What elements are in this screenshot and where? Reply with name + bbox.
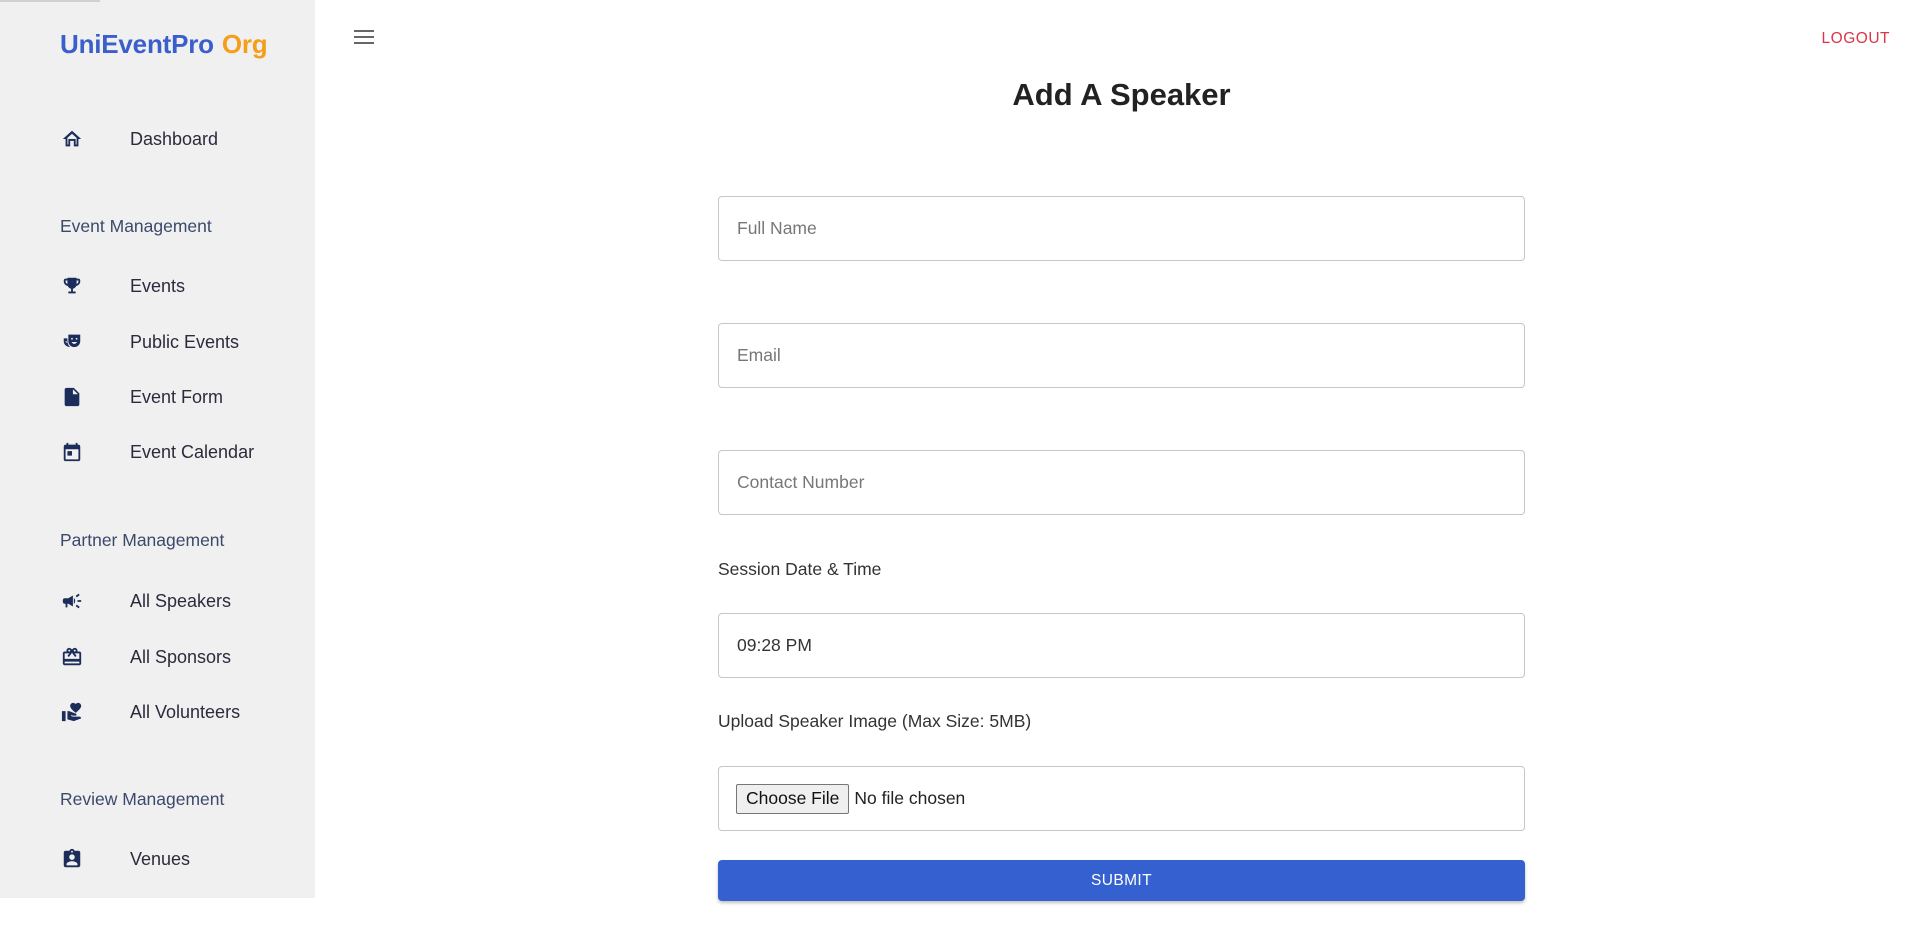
section-title-partner-management: Partner Management — [60, 530, 225, 550]
choose-file-button[interactable]: Choose File — [736, 783, 850, 814]
full-name-field[interactable] — [718, 196, 1525, 261]
submit-button[interactable]: SUBMIT — [718, 860, 1525, 901]
contact-number-field[interactable] — [718, 450, 1525, 515]
section-title-event-management: Event Management — [60, 216, 212, 236]
sidebar-item-label: All Sponsors — [130, 646, 232, 667]
session-time-input[interactable] — [719, 614, 1524, 677]
contact-number-input[interactable] — [719, 451, 1524, 514]
sidebar-item-all-volunteers[interactable]: All Volunteers — [60, 697, 310, 727]
section-title-review-management: Review Management — [60, 789, 225, 809]
file-status-text: No file chosen — [854, 788, 966, 808]
speaker-image-upload-field: Choose File No file chosen — [718, 766, 1525, 831]
sidebar-item-public-events[interactable]: Public Events — [60, 327, 310, 357]
megaphone-icon — [60, 589, 84, 613]
page-title: Add A Speaker — [1012, 77, 1231, 112]
sidebar-item-event-calendar[interactable]: Event Calendar — [60, 437, 310, 467]
gift-card-icon — [60, 645, 84, 669]
logout-button[interactable]: LOGOUT — [1822, 30, 1890, 48]
email-field[interactable] — [718, 323, 1525, 388]
sidebar-item-label: Event Calendar — [130, 441, 255, 462]
sidebar-item-all-sponsors[interactable]: All Sponsors — [60, 642, 310, 672]
sidebar-item-label: Dashboard — [130, 128, 219, 149]
sidebar-item-all-speakers[interactable]: All Speakers — [60, 586, 310, 616]
sidebar-item-label: All Speakers — [130, 590, 232, 611]
brand-name-secondary: Org — [221, 29, 268, 59]
upload-image-label: Upload Speaker Image (Max Size: 5MB) — [718, 711, 1032, 731]
sidebar-item-label: Public Events — [130, 331, 240, 352]
sidebar-item-label: Event Form — [130, 386, 224, 407]
sidebar-item-event-form[interactable]: Event Form — [60, 382, 310, 412]
sidebar-item-label: All Volunteers — [130, 701, 241, 722]
sidebar-top-line — [0, 0, 100, 2]
session-date-time-label: Session Date & Time — [718, 559, 882, 579]
sidebar-item-events[interactable]: Events — [60, 271, 310, 301]
trophy-icon — [60, 274, 84, 298]
brand-name-primary: UniEventPro — [60, 29, 214, 59]
home-icon — [60, 127, 84, 151]
full-name-input[interactable] — [719, 197, 1524, 260]
file-icon — [60, 385, 84, 409]
email-input[interactable] — [719, 324, 1524, 387]
theater-masks-icon — [60, 330, 84, 354]
sidebar-item-label: Events — [130, 275, 186, 296]
volunteer-hand-heart-icon — [60, 700, 84, 724]
brand-logo[interactable]: UniEventPro Org — [60, 29, 268, 60]
sidebar-item-dashboard[interactable]: Dashboard — [60, 124, 310, 154]
contact-badge-icon — [60, 847, 84, 871]
calendar-icon — [60, 440, 84, 464]
hamburger-menu-icon[interactable] — [354, 26, 380, 48]
sidebar-item-label: Venues — [130, 848, 191, 869]
session-time-field[interactable] — [718, 613, 1525, 678]
sidebar-item-venues[interactable]: Venues — [60, 844, 310, 874]
sidebar: UniEventPro Org Dashboard Event Managemen… — [0, 0, 315, 898]
